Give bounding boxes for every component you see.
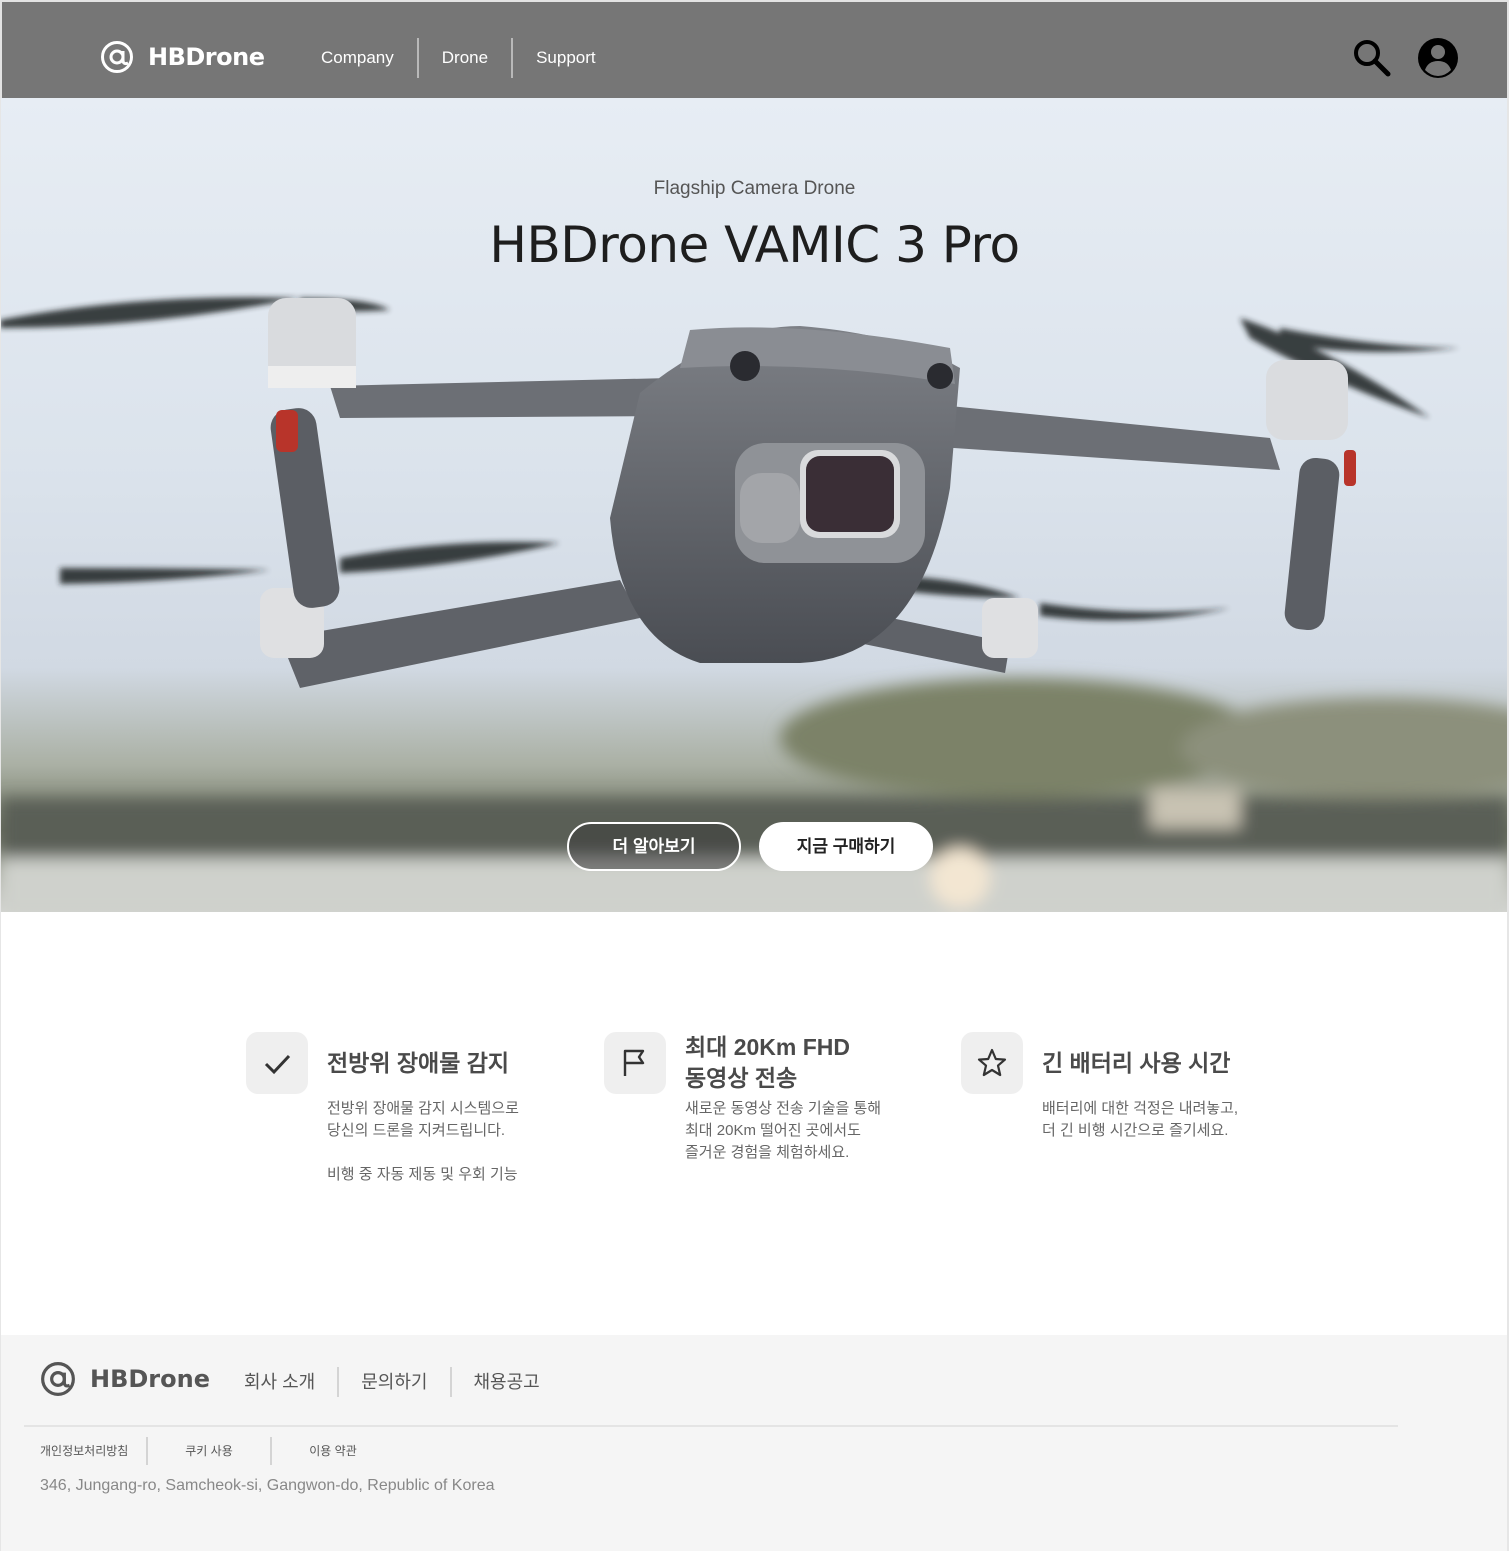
footer-nav-careers[interactable]: 채용공고 [452, 1365, 562, 1399]
footer-nav-contact[interactable]: 문의하기 [339, 1365, 449, 1399]
feature-desc-line: 전방위 장애물 감지 시스템으로 [327, 1100, 519, 1117]
feature-desc-line: 최대 20Km 떨어진 곳에서도 [685, 1122, 861, 1139]
feature-desc-line: 배터리에 대한 걱정은 내려놓고, [1042, 1100, 1239, 1117]
at-logo-icon [101, 41, 133, 73]
footer-divider [24, 1425, 1398, 1427]
feature-desc-line: 당신의 드론을 지켜드립니다. [327, 1122, 506, 1139]
feature-title-line: 동영상 전송 [685, 1065, 798, 1091]
feature-card-battery: 긴 배터리 사용 시간 배터리에 대한 걱정은 내려놓고, 더 긴 비행 시간으… [961, 1032, 1281, 1192]
account-icon[interactable] [1416, 36, 1460, 80]
feature-desc-line: 더 긴 비행 시간으로 즐기세요. [1042, 1122, 1229, 1139]
search-icon[interactable] [1352, 38, 1392, 78]
privacy-policy-link[interactable]: 개인정보처리방침 [0, 1438, 146, 1464]
feature-description: 새로운 동영상 전송 기술을 통해 최대 20Km 떨어진 곳에서도 즐거운 경… [685, 1098, 925, 1164]
feature-card-obstacle: 전방위 장애물 감지 전방위 장애물 감지 시스템으로 당신의 드론을 지켜드립… [246, 1032, 566, 1192]
feature-title-line: 최대 20Km FHD [685, 1034, 851, 1060]
feature-title-line: 긴 배터리 사용 시간 [1042, 1049, 1231, 1076]
footer-nav: 회사 소개 문의하기 채용공고 [222, 1365, 562, 1399]
footer-legal-links: 개인정보처리방침 쿠키 사용 이용 약관 [0, 1437, 394, 1465]
at-logo-icon [41, 1362, 75, 1396]
feature-title: 전방위 장애물 감지 [327, 1032, 567, 1094]
top-navbar: HBDrone Company Drone Support [0, 0, 1509, 98]
star-icon [977, 1048, 1007, 1077]
feature-title-line: 전방위 장애물 감지 [327, 1049, 510, 1076]
feature-card-transmission: 최대 20Km FHD 동영상 전송 새로운 동영상 전송 기술을 통해 최대 … [604, 1032, 924, 1192]
feature-desc-line: 비행 중 자동 제동 및 우회 기능 [327, 1166, 518, 1183]
feature-icon-box [604, 1032, 666, 1094]
nav-item-support[interactable]: Support [513, 38, 619, 78]
hero-banner: Flagship Camera Drone HBDrone VAMIC 3 Pr… [0, 98, 1509, 912]
flag-icon [623, 1049, 645, 1076]
hero-subtitle: Flagship Camera Drone [653, 178, 856, 199]
feature-description: 배터리에 대한 걱정은 내려놓고, 더 긴 비행 시간으로 즐기세요. [1042, 1098, 1282, 1142]
footer-nav-about[interactable]: 회사 소개 [222, 1365, 337, 1399]
footer-logo[interactable]: HBDrone [40, 1361, 210, 1397]
learn-more-button[interactable]: 더 알아보기 [567, 822, 741, 871]
brand-logo[interactable]: HBDrone [100, 40, 265, 74]
check-icon [264, 1054, 291, 1075]
brand-name: HBDrone [148, 43, 265, 71]
main-nav: Company Drone Support [298, 38, 619, 78]
feature-description: 전방위 장애물 감지 시스템으로 당신의 드론을 지켜드립니다. 비행 중 자동… [327, 1098, 567, 1186]
page-frame-left [0, 98, 1, 1551]
footer-brand-name: HBDrone [90, 1365, 210, 1393]
cookie-policy-link[interactable]: 쿠키 사용 [148, 1438, 270, 1464]
nav-item-drone[interactable]: Drone [419, 38, 511, 78]
feature-title: 최대 20Km FHD 동영상 전송 [685, 1032, 925, 1094]
hero-title: HBDrone VAMIC 3 Pro [489, 216, 1020, 274]
buy-now-button[interactable]: 지금 구매하기 [759, 822, 933, 871]
feature-desc-line: 즐거운 경험을 체험하세요. [685, 1144, 850, 1161]
nav-item-company[interactable]: Company [298, 38, 417, 78]
feature-icon-box [961, 1032, 1023, 1094]
company-address: 346, Jungang-ro, Samcheok-si, Gangwon-do… [40, 1477, 495, 1494]
feature-title: 긴 배터리 사용 시간 [1042, 1032, 1282, 1094]
site-footer: HBDrone 회사 소개 문의하기 채용공고 개인정보처리방침 쿠키 사용 이… [0, 1335, 1509, 1551]
feature-icon-box [246, 1032, 308, 1094]
terms-link[interactable]: 이용 약관 [272, 1438, 394, 1464]
feature-desc-line: 새로운 동영상 전송 기술을 통해 [685, 1100, 882, 1117]
